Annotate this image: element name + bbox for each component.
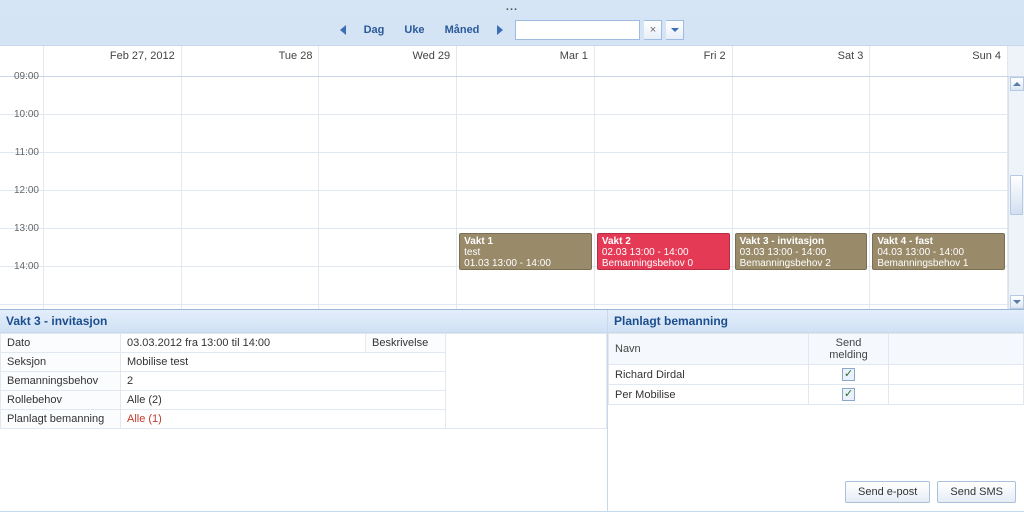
- staffing-col-send: Send melding: [809, 334, 889, 365]
- staffing-send-cell: [809, 365, 889, 385]
- scroll-down-icon[interactable]: [1010, 295, 1024, 309]
- detail-panel-title: Vakt 3 - invitasjon: [0, 310, 607, 333]
- time-gutter: 09:00 10:00 11:00 12:00 13:00 14:00: [0, 77, 44, 309]
- scroll-thumb[interactable]: [1010, 175, 1023, 215]
- detail-label: Beskrivelse: [366, 334, 446, 353]
- day-column[interactable]: Vakt 3 - invitasjon03.03 13:00 - 14:00Be…: [733, 77, 871, 309]
- calendar-event[interactable]: Vakt 1test01.03 13:00 - 14:00: [459, 233, 592, 270]
- day-column[interactable]: [44, 77, 182, 309]
- staffing-panel-title: Planlagt bemanning: [608, 310, 1024, 333]
- send-sms-button[interactable]: Send SMS: [937, 481, 1016, 503]
- detail-panel: Vakt 3 - invitasjon Dato 03.03.2012 fra …: [0, 310, 608, 511]
- staffing-col-empty: [889, 334, 1024, 365]
- staffing-row: Per Mobilise: [609, 385, 1024, 405]
- day-header: Wed 29: [319, 46, 457, 76]
- day-column[interactable]: Vakt 202.03 13:00 - 14:00Bemanningsbehov…: [595, 77, 733, 309]
- staffing-table: Navn Send melding Richard DirdalPer Mobi…: [608, 333, 1024, 405]
- day-column[interactable]: Vakt 1test01.03 13:00 - 14:00: [457, 77, 595, 309]
- time-label: 10:00: [14, 109, 39, 120]
- day-columns: Vakt 1test01.03 13:00 - 14:00Vakt 202.03…: [44, 77, 1008, 309]
- search-dropdown-button[interactable]: [666, 20, 684, 40]
- time-label: 12:00: [14, 185, 39, 196]
- detail-value: Mobilise test: [121, 353, 446, 372]
- time-label: 09:00: [14, 71, 39, 82]
- time-label: 13:00: [14, 223, 39, 234]
- detail-label: Dato: [1, 334, 121, 353]
- bottom-pane: Vakt 3 - invitasjon Dato 03.03.2012 fra …: [0, 309, 1024, 511]
- day-header: Feb 27, 2012: [44, 46, 182, 76]
- detail-table: Dato 03.03.2012 fra 13:00 til 14:00 Besk…: [0, 333, 607, 429]
- detail-label: Planlagt bemanning: [1, 410, 121, 429]
- time-label: 11:00: [15, 147, 39, 158]
- staffing-name: Richard Dirdal: [609, 365, 809, 385]
- calendar-event[interactable]: Vakt 202.03 13:00 - 14:00Bemanningsbehov…: [597, 233, 730, 270]
- button-row: Send e-post Send SMS: [608, 473, 1024, 511]
- time-label: 14:00: [14, 261, 39, 272]
- month-view-button[interactable]: Måned: [437, 21, 488, 39]
- vertical-scrollbar[interactable]: [1008, 77, 1024, 309]
- day-view-button[interactable]: Dag: [356, 21, 393, 39]
- detail-label: Bemanningsbehov: [1, 372, 121, 391]
- staffing-panel: Planlagt bemanning Navn Send melding Ric…: [608, 310, 1024, 511]
- calendar-grid: 09:00 10:00 11:00 12:00 13:00 14:00 Vakt…: [0, 77, 1024, 309]
- day-header: Sat 3: [733, 46, 871, 76]
- clear-search-button[interactable]: ×: [644, 20, 662, 40]
- day-header: Mar 1: [457, 46, 595, 76]
- staffing-row: Richard Dirdal: [609, 365, 1024, 385]
- send-checkbox[interactable]: [842, 388, 855, 401]
- day-header: Sun 4: [870, 46, 1008, 76]
- detail-value: Alle (1): [121, 410, 446, 429]
- send-email-button[interactable]: Send e-post: [845, 481, 930, 503]
- calendar-nav: Dag Uke Måned ×: [0, 15, 1024, 45]
- staffing-send-cell: [809, 385, 889, 405]
- week-view-button[interactable]: Uke: [396, 21, 432, 39]
- scroll-up-icon[interactable]: [1010, 77, 1024, 91]
- detail-value: 2: [121, 372, 446, 391]
- send-checkbox[interactable]: [842, 368, 855, 381]
- detail-label: Rollebehov: [1, 391, 121, 410]
- detail-label: Seksjon: [1, 353, 121, 372]
- day-column[interactable]: Vakt 4 - fast04.03 13:00 - 14:00Bemannin…: [870, 77, 1008, 309]
- prev-arrow-icon[interactable]: [340, 25, 346, 35]
- staffing-empty-cell: [889, 365, 1024, 385]
- scrollbar-header-spacer: [1008, 46, 1024, 76]
- day-header-row: Feb 27, 2012 Tue 28 Wed 29 Mar 1 Fri 2 S…: [0, 45, 1024, 77]
- detail-value-beskrivelse: [446, 334, 607, 429]
- staffing-col-name: Navn: [609, 334, 809, 365]
- day-column[interactable]: [182, 77, 320, 309]
- staffing-name: Per Mobilise: [609, 385, 809, 405]
- next-arrow-icon[interactable]: [497, 25, 503, 35]
- detail-value: 03.03.2012 fra 13:00 til 14:00: [121, 334, 366, 353]
- calendar-event[interactable]: Vakt 4 - fast04.03 13:00 - 14:00Bemannin…: [872, 233, 1005, 270]
- calendar-event[interactable]: Vakt 3 - invitasjon03.03 13:00 - 14:00Be…: [735, 233, 868, 270]
- day-header: Fri 2: [595, 46, 733, 76]
- day-column[interactable]: [319, 77, 457, 309]
- day-header: Tue 28: [182, 46, 320, 76]
- staffing-empty-cell: [889, 385, 1024, 405]
- window-title: ...: [0, 0, 1024, 15]
- detail-value: Alle (2): [121, 391, 446, 410]
- search-input[interactable]: [515, 20, 640, 40]
